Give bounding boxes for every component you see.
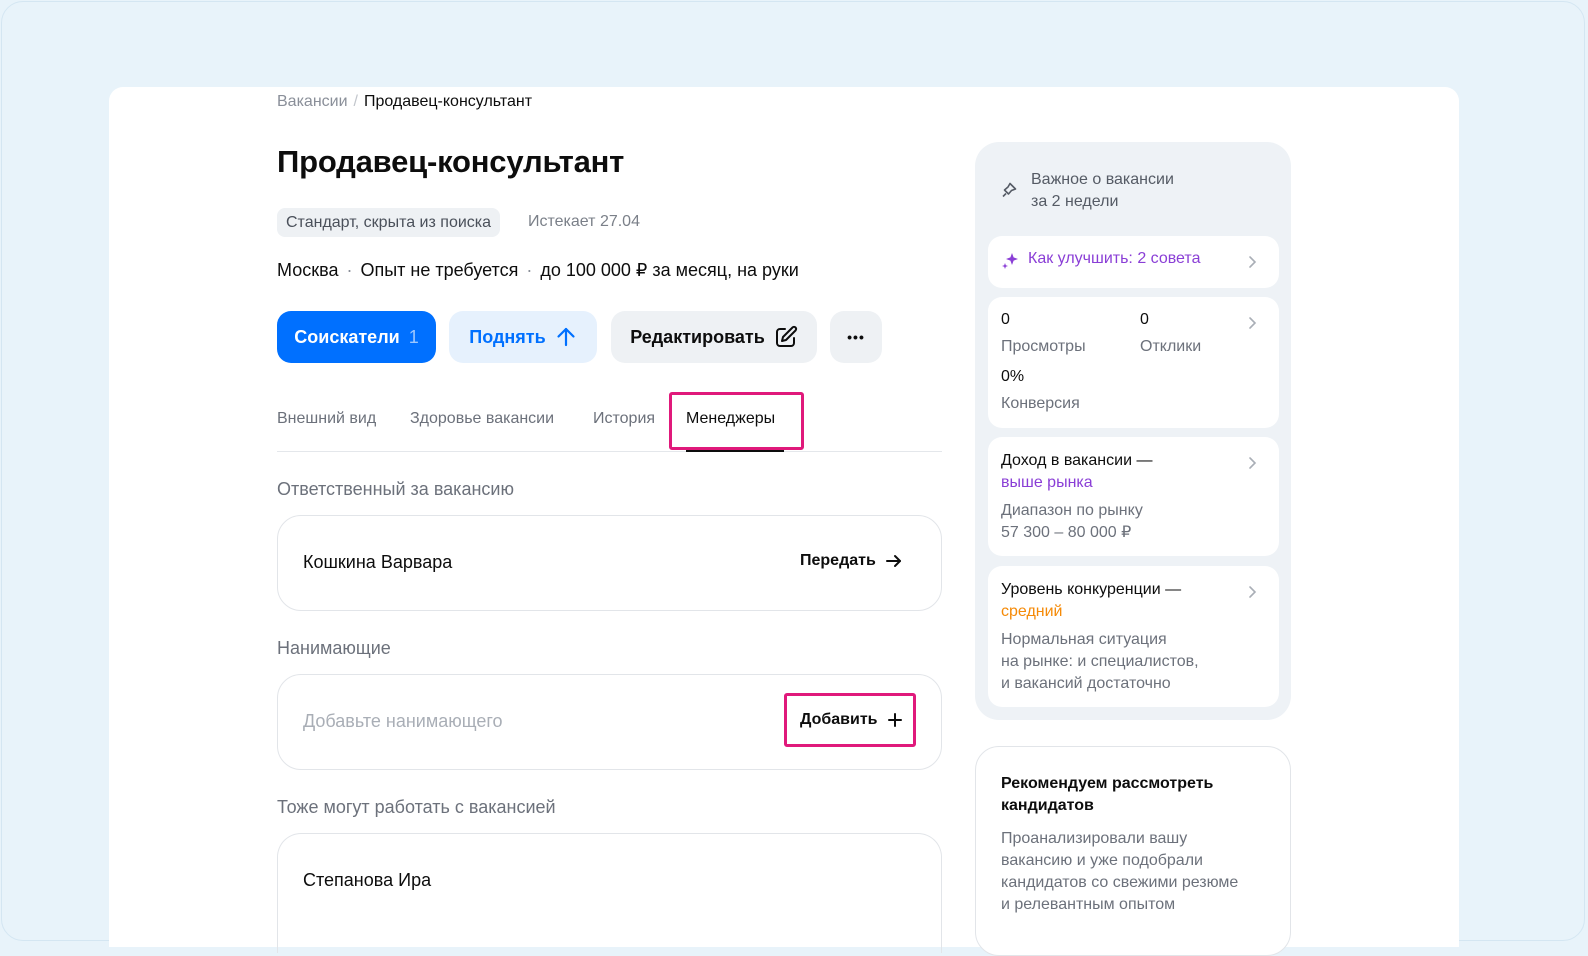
competition-text-line1: Нормальная ситуация [1001, 631, 1167, 648]
applicants-button[interactable]: Соискатели 1 [277, 311, 436, 363]
chevron-right-icon [1249, 586, 1257, 598]
transfer-button[interactable]: Передать [800, 552, 903, 570]
views-label: Просмотры [1001, 338, 1086, 355]
tabs-divider [277, 451, 942, 452]
conversion-label: Конверсия [1001, 395, 1080, 412]
chevron-right-icon [1249, 256, 1257, 268]
conversion-value: 0% [1001, 368, 1025, 385]
recommend-text-line3: кандидатов со свежими резюме [1001, 874, 1239, 891]
tab-history[interactable]: История [593, 410, 655, 428]
breadcrumb-current: Продавец-консультант [363, 93, 533, 110]
active-tab-indicator [686, 449, 784, 452]
responsible-manager-name: Кошкина Варвара [303, 552, 453, 572]
raise-button-label: Поднять [469, 326, 546, 347]
publication-type-badge: Стандарт, скрыта из поиска [277, 208, 501, 237]
hiring-placeholder: Добавьте нанимающего [303, 711, 503, 731]
raise-button[interactable]: Поднять [449, 311, 597, 363]
responsible-manager-card: Кошкина Варвара Передать [277, 515, 942, 611]
meta-separator: · [346, 260, 353, 280]
tab-appearance[interactable]: Внешний вид [277, 410, 376, 428]
pin-icon [1002, 182, 1017, 198]
add-button-label: Добавить [800, 711, 878, 728]
other-managers-card: Степанова Ира [277, 833, 942, 953]
income-title: Доход в вакансии — [1001, 452, 1153, 469]
income-range-label: Диапазон по рынку [1001, 502, 1143, 519]
income-range-value: 57 300 – 80 000 ₽ [1001, 524, 1132, 541]
breadcrumb-vacancies-link[interactable]: Вакансии [277, 93, 348, 110]
recommend-text-line4: и релевантным опытом [1001, 896, 1176, 913]
recommend-title-line1: Рекомендуем рассмотреть [1001, 775, 1214, 792]
applicants-button-label: Соискатели [294, 326, 400, 347]
transfer-button-label: Передать [800, 552, 876, 569]
applicants-count: 1 [408, 326, 419, 347]
arrow-up-icon [557, 327, 575, 347]
other-manager-name: Степанова Ира [303, 870, 432, 890]
pencil-icon [775, 325, 797, 347]
recommend-text-line1: Проанализировали вашу [1001, 830, 1188, 847]
plus-icon [887, 713, 902, 727]
breadcrumb: Вакансии / Продавец-консультант [277, 93, 532, 111]
chevron-right-icon [1249, 457, 1257, 469]
vacancy-city: Москва [277, 260, 339, 280]
page-title: Продавец-консультант [277, 144, 625, 179]
insights-header-line1: Важное о вакансии [1031, 171, 1174, 188]
competition-text-line2: на рынке: и специалистов, [1001, 653, 1199, 670]
sparkle-icon [1002, 253, 1018, 269]
edit-button-label: Редактировать [630, 326, 765, 347]
insights-header-line2: за 2 недели [1031, 193, 1119, 210]
competition-text-line3: и вакансий достаточно [1001, 675, 1171, 692]
ellipsis-icon: ••• [847, 329, 865, 345]
hiring-managers-card: Добавьте нанимающего Добавить [277, 674, 942, 770]
vacancy-meta: Москва · Опыт не требуется · до 100 000 ₽ за… [277, 260, 799, 281]
add-hiring-button[interactable]: Добавить [800, 711, 903, 729]
vacancy-experience: Опыт не требуется [360, 260, 519, 280]
more-options-button[interactable]: ••• [830, 311, 882, 363]
competition-title: Уровень конкуренции — [1001, 581, 1182, 598]
chevron-right-icon [1249, 317, 1257, 329]
insights-header: Важное о вакансии за 2 недели [1031, 169, 1174, 213]
competition-status: средний [1001, 603, 1063, 620]
tab-vacancy-health[interactable]: Здоровье вакансии [410, 410, 554, 428]
recommend-title-line2: кандидатов [1001, 797, 1094, 814]
arrow-right-icon [885, 555, 901, 567]
views-value: 0 [1001, 311, 1010, 328]
responses-value: 0 [1140, 311, 1149, 328]
tab-managers[interactable]: Менеджеры [686, 410, 775, 428]
others-section-title: Тоже могут работать с вакансией [277, 797, 556, 817]
recommend-text-line2: вакансию и уже подобрали [1001, 852, 1203, 869]
hiring-section-title: Нанимающие [277, 638, 391, 658]
breadcrumb-separator: / [353, 93, 358, 110]
improve-tips-link[interactable]: Как улучшить: 2 совета [1028, 250, 1200, 268]
responses-label: Отклики [1140, 338, 1202, 355]
edit-button[interactable]: Редактировать [611, 311, 817, 363]
meta-separator: · [526, 260, 533, 280]
expires-date: Истекает 27.04 [528, 213, 640, 230]
vacancy-salary: до 100 000 ₽ за месяц, на руки [540, 260, 799, 280]
income-status: выше рынка [1001, 474, 1093, 491]
responsible-section-title: Ответственный за вакансию [277, 479, 514, 499]
